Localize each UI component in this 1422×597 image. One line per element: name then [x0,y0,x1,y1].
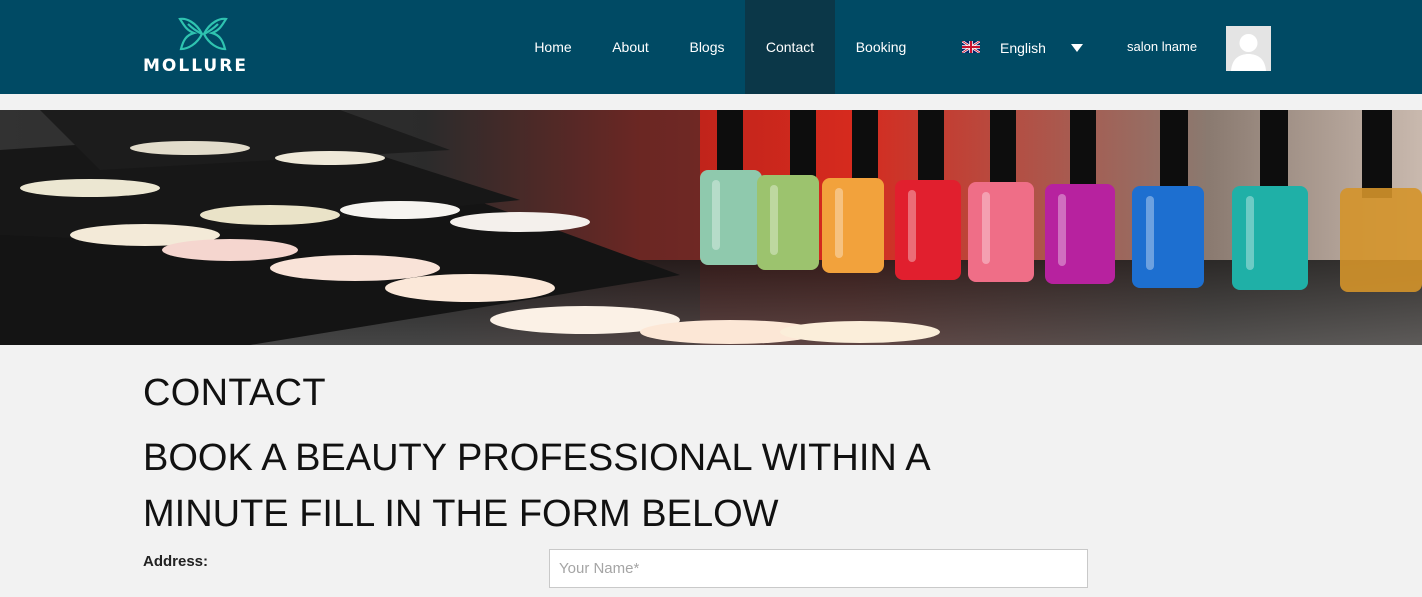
nav-blogs[interactable]: Blogs [669,0,745,94]
user-name[interactable]: salon lname [1127,0,1197,94]
page-title: CONTACT [143,372,326,414]
avatar-silhouette-icon [1226,26,1271,71]
nav-home[interactable]: Home [514,0,592,94]
butterfly-icon [178,17,228,51]
subtitle-line-2: MINUTE FILL IN THE FORM BELOW [143,493,779,535]
language-label: English [1000,40,1046,56]
uk-flag-icon [962,41,980,53]
nav-about[interactable]: About [592,0,669,94]
address-label: Address: [143,553,209,570]
user-avatar-icon[interactable] [1226,26,1271,71]
brand-logo[interactable]: MOLLURE [143,16,265,76]
site-header: MOLLURE Home About Blogs Contact Booking… [0,0,1422,94]
language-selector[interactable]: English [955,0,1090,94]
nav-booking[interactable]: Booking [835,0,927,94]
brand-name: MOLLURE [143,56,248,76]
subtitle-line-1: BOOK A BEAUTY PROFESSIONAL WITHIN A [143,437,931,479]
caret-down-icon [1071,44,1083,52]
name-input[interactable] [549,549,1088,588]
nail-polish-banner-image [0,110,1422,345]
hero-banner [0,110,1422,345]
page-subtitle: BOOK A BEAUTY PROFESSIONAL WITHIN A MINU… [143,430,1003,542]
nav-contact[interactable]: Contact [745,0,835,94]
